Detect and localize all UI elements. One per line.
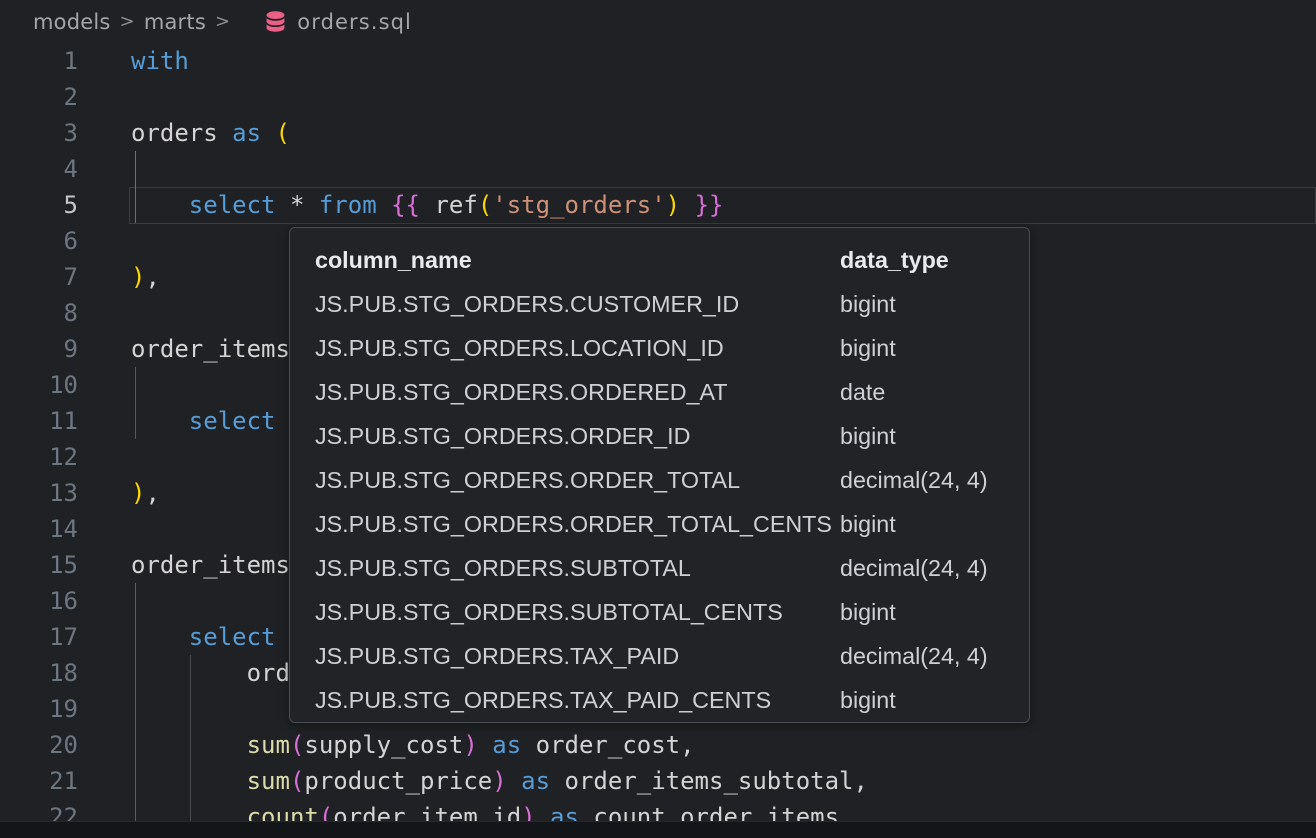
code-line[interactable]: 1 with [0,43,1316,79]
line-number[interactable]: 5 [0,187,78,223]
column-row: JS.PUB.STG_ORDERS.ORDER_IDbigint [290,414,1029,458]
data-type-cell: bigint [840,423,1029,450]
line-number[interactable]: 3 [0,115,78,151]
code-line[interactable]: 4 [0,151,1316,187]
code-line[interactable]: 2 [0,79,1316,115]
column-row: JS.PUB.STG_ORDERS.LOCATION_IDbigint [290,326,1029,370]
data-type-cell: bigint [840,599,1029,626]
code-text: sum(product_price) as order_items_subtot… [131,763,868,799]
column-name-cell: JS.PUB.STG_ORDERS.SUBTOTAL [315,555,840,582]
code-text: ), [131,259,160,295]
data-type-cell: decimal(24, 4) [840,467,1029,494]
line-number[interactable]: 21 [0,763,78,799]
line-number[interactable]: 1 [0,43,78,79]
data-type-cell: bigint [840,291,1029,318]
code-text: select * from {{ ref('stg_orders') }} [131,187,723,223]
column-row: JS.PUB.STG_ORDERS.CUSTOMER_IDbigint [290,282,1029,326]
code-text: with [131,43,189,79]
column-row: JS.PUB.STG_ORDERS.TAX_PAID_CENTSbigint [290,678,1029,722]
column-row: JS.PUB.STG_ORDERS.SUBTOTAL_CENTSbigint [290,590,1029,634]
breadcrumb: models > marts > orders.sql [0,0,1316,43]
line-number[interactable]: 2 [0,79,78,115]
column-row: JS.PUB.STG_ORDERS.TAX_PAIDdecimal(24, 4) [290,634,1029,678]
code-text: sum(supply_cost) as order_cost, [131,727,695,763]
column-row: JS.PUB.STG_ORDERS.SUBTOTALdecimal(24, 4) [290,546,1029,590]
column-name-cell: JS.PUB.STG_ORDERS.SUBTOTAL_CENTS [315,599,840,626]
line-number[interactable]: 6 [0,223,78,259]
breadcrumb-item-marts[interactable]: marts [144,10,206,34]
line-number[interactable]: 12 [0,439,78,475]
data-type-cell: bigint [840,335,1029,362]
code-line[interactable]: 5 select * from {{ ref('stg_orders') }} [0,187,1316,223]
column-name-cell: JS.PUB.STG_ORDERS.ORDER_ID [315,423,840,450]
column-name-cell: JS.PUB.STG_ORDERS.ORDER_TOTAL_CENTS [315,511,840,538]
column-row: JS.PUB.STG_ORDERS.ORDER_TOTALdecimal(24,… [290,458,1029,502]
column-row: JS.PUB.STG_ORDERS.ORDERED_ATdate [290,370,1029,414]
code-text: ), [131,475,160,511]
breadcrumb-separator: > [215,11,230,32]
breadcrumb-item-file[interactable]: orders.sql [297,10,412,34]
code-text: orders as ( [131,115,290,151]
code-text: select [131,619,276,655]
data-type-cell: bigint [840,687,1029,714]
popup-header-row: column_name data_type [290,238,1029,282]
column-row: JS.PUB.STG_ORDERS.ORDER_TOTAL_CENTSbigin… [290,502,1029,546]
line-number[interactable]: 14 [0,511,78,547]
column-name-cell: JS.PUB.STG_ORDERS.TAX_PAID_CENTS [315,687,840,714]
code-line[interactable]: 20 sum(supply_cost) as order_cost, [0,727,1316,763]
line-number[interactable]: 20 [0,727,78,763]
line-number[interactable]: 11 [0,403,78,439]
data-type-cell: decimal(24, 4) [840,643,1029,670]
code-text: select [131,403,276,439]
bottom-panel-strip [0,821,1316,838]
database-icon [263,9,288,34]
breadcrumb-item-models[interactable]: models [33,10,111,34]
line-number[interactable]: 16 [0,583,78,619]
line-number[interactable]: 19 [0,691,78,727]
data-type-cell: bigint [840,511,1029,538]
column-name-cell: JS.PUB.STG_ORDERS.TAX_PAID [315,643,840,670]
breadcrumb-separator: > [120,11,135,32]
editor-window: models > marts > orders.sql 1 with 23 order… [0,0,1316,838]
data-type-cell: decimal(24, 4) [840,555,1029,582]
line-number[interactable]: 13 [0,475,78,511]
line-number[interactable]: 15 [0,547,78,583]
line-number[interactable]: 9 [0,331,78,367]
column-name-cell: JS.PUB.STG_ORDERS.CUSTOMER_ID [315,291,840,318]
line-number[interactable]: 18 [0,655,78,691]
code-text: ord [131,655,290,691]
line-number[interactable]: 8 [0,295,78,331]
column-name-cell: JS.PUB.STG_ORDERS.LOCATION_ID [315,335,840,362]
line-number[interactable]: 17 [0,619,78,655]
line-number[interactable]: 10 [0,367,78,403]
popup-header-data-type: data_type [840,247,1029,274]
code-line[interactable]: 3 orders as ( [0,115,1316,151]
line-number[interactable]: 7 [0,259,78,295]
code-line[interactable]: 21 sum(product_price) as order_items_sub… [0,763,1316,799]
code-text: order_items [131,331,290,367]
code-text: order_items [131,547,290,583]
column-info-popup: column_name data_type JS.PUB.STG_ORDERS.… [289,227,1030,723]
column-name-cell: JS.PUB.STG_ORDERS.ORDERED_AT [315,379,840,406]
line-number[interactable]: 4 [0,151,78,187]
popup-header-column-name: column_name [315,247,840,274]
column-name-cell: JS.PUB.STG_ORDERS.ORDER_TOTAL [315,467,840,494]
data-type-cell: date [840,379,1029,406]
